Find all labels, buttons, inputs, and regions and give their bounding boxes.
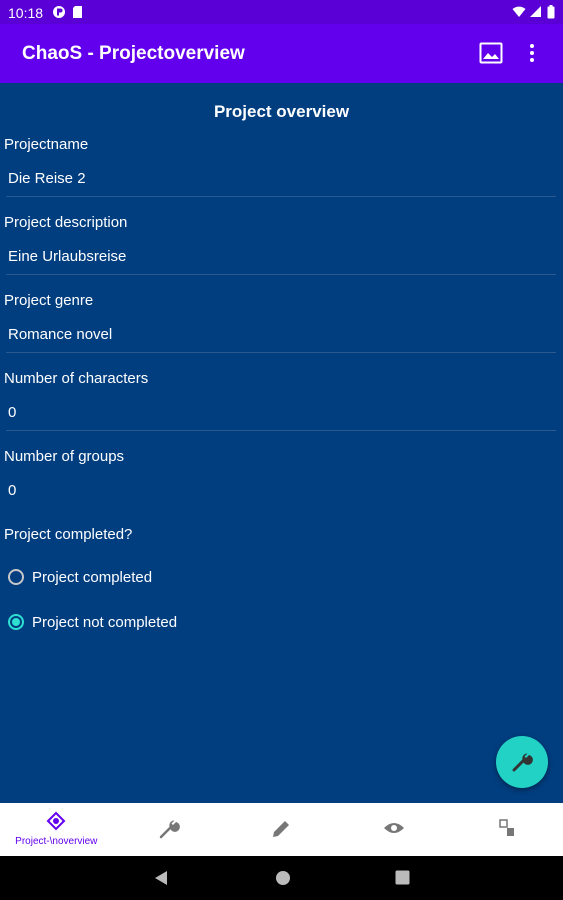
radio-project-not-completed[interactable]: Project not completed — [8, 609, 177, 635]
status-time: 10:18 — [8, 5, 44, 21]
image-icon[interactable] — [479, 42, 503, 69]
edit-fab-button[interactable] — [496, 736, 548, 788]
eye-icon — [383, 820, 405, 841]
project-overview-content: Project overview Projectname Project des… — [0, 83, 563, 803]
number-of-characters-label: Number of characters — [4, 370, 149, 387]
projectname-input[interactable] — [6, 166, 538, 190]
wrench-icon — [158, 818, 180, 845]
group-icon — [498, 818, 516, 843]
number-of-characters-field-wrap — [6, 400, 556, 431]
wrench-icon — [512, 753, 533, 772]
app-toolbar: ChaoS - Projectoverview — [0, 24, 563, 83]
project-genre-field-wrap — [6, 322, 556, 353]
notification-app-icon — [52, 5, 66, 24]
battery-icon — [547, 5, 555, 24]
signal-icon — [530, 5, 542, 23]
status-bar: 10:18 — [0, 0, 563, 24]
number-of-characters-input[interactable] — [6, 400, 538, 424]
number-of-groups-field-wrap — [6, 478, 556, 508]
nav-groups[interactable] — [450, 803, 563, 856]
project-completed-question: Project completed? — [4, 526, 133, 543]
nav-view[interactable] — [338, 803, 451, 856]
back-icon[interactable] — [154, 870, 168, 891]
toolbar-title: ChaoS - Projectoverview — [22, 43, 245, 64]
pencil-icon — [270, 818, 292, 845]
project-description-label: Project description — [4, 214, 128, 231]
bottom-navigation: Project-\noverview — [0, 803, 563, 856]
project-overview-icon — [46, 811, 66, 836]
home-icon[interactable] — [275, 870, 291, 891]
nav-tools[interactable] — [113, 803, 226, 856]
projectname-label: Projectname — [4, 136, 89, 153]
project-genre-input[interactable] — [6, 322, 538, 346]
page-title: Project overview — [213, 102, 350, 121]
project-description-field-wrap — [6, 244, 556, 275]
number-of-groups-input[interactable] — [6, 478, 538, 502]
recents-icon[interactable] — [395, 870, 410, 890]
nav-project-overview[interactable]: Project-\noverview — [0, 803, 113, 856]
radio-unchecked-icon[interactable] — [8, 569, 24, 585]
number-of-groups-label: Number of groups — [4, 448, 125, 465]
radio-project-completed[interactable]: Project completed — [8, 564, 152, 590]
radio-project-not-completed-label: Project not completed — [32, 613, 178, 631]
nav-project-overview-label: Project-\noverview — [15, 836, 98, 847]
wifi-icon — [512, 5, 526, 23]
nav-edit[interactable] — [225, 803, 338, 856]
radio-project-completed-label: Project completed — [32, 568, 153, 586]
overflow-menu-icon[interactable] — [528, 43, 536, 68]
projectname-field-wrap — [6, 166, 556, 197]
project-genre-label: Project genre — [4, 292, 94, 309]
sd-card-icon — [72, 5, 83, 24]
radio-checked-icon[interactable] — [8, 614, 24, 630]
system-navigation-bar — [0, 856, 563, 900]
project-description-input[interactable] — [6, 244, 538, 268]
